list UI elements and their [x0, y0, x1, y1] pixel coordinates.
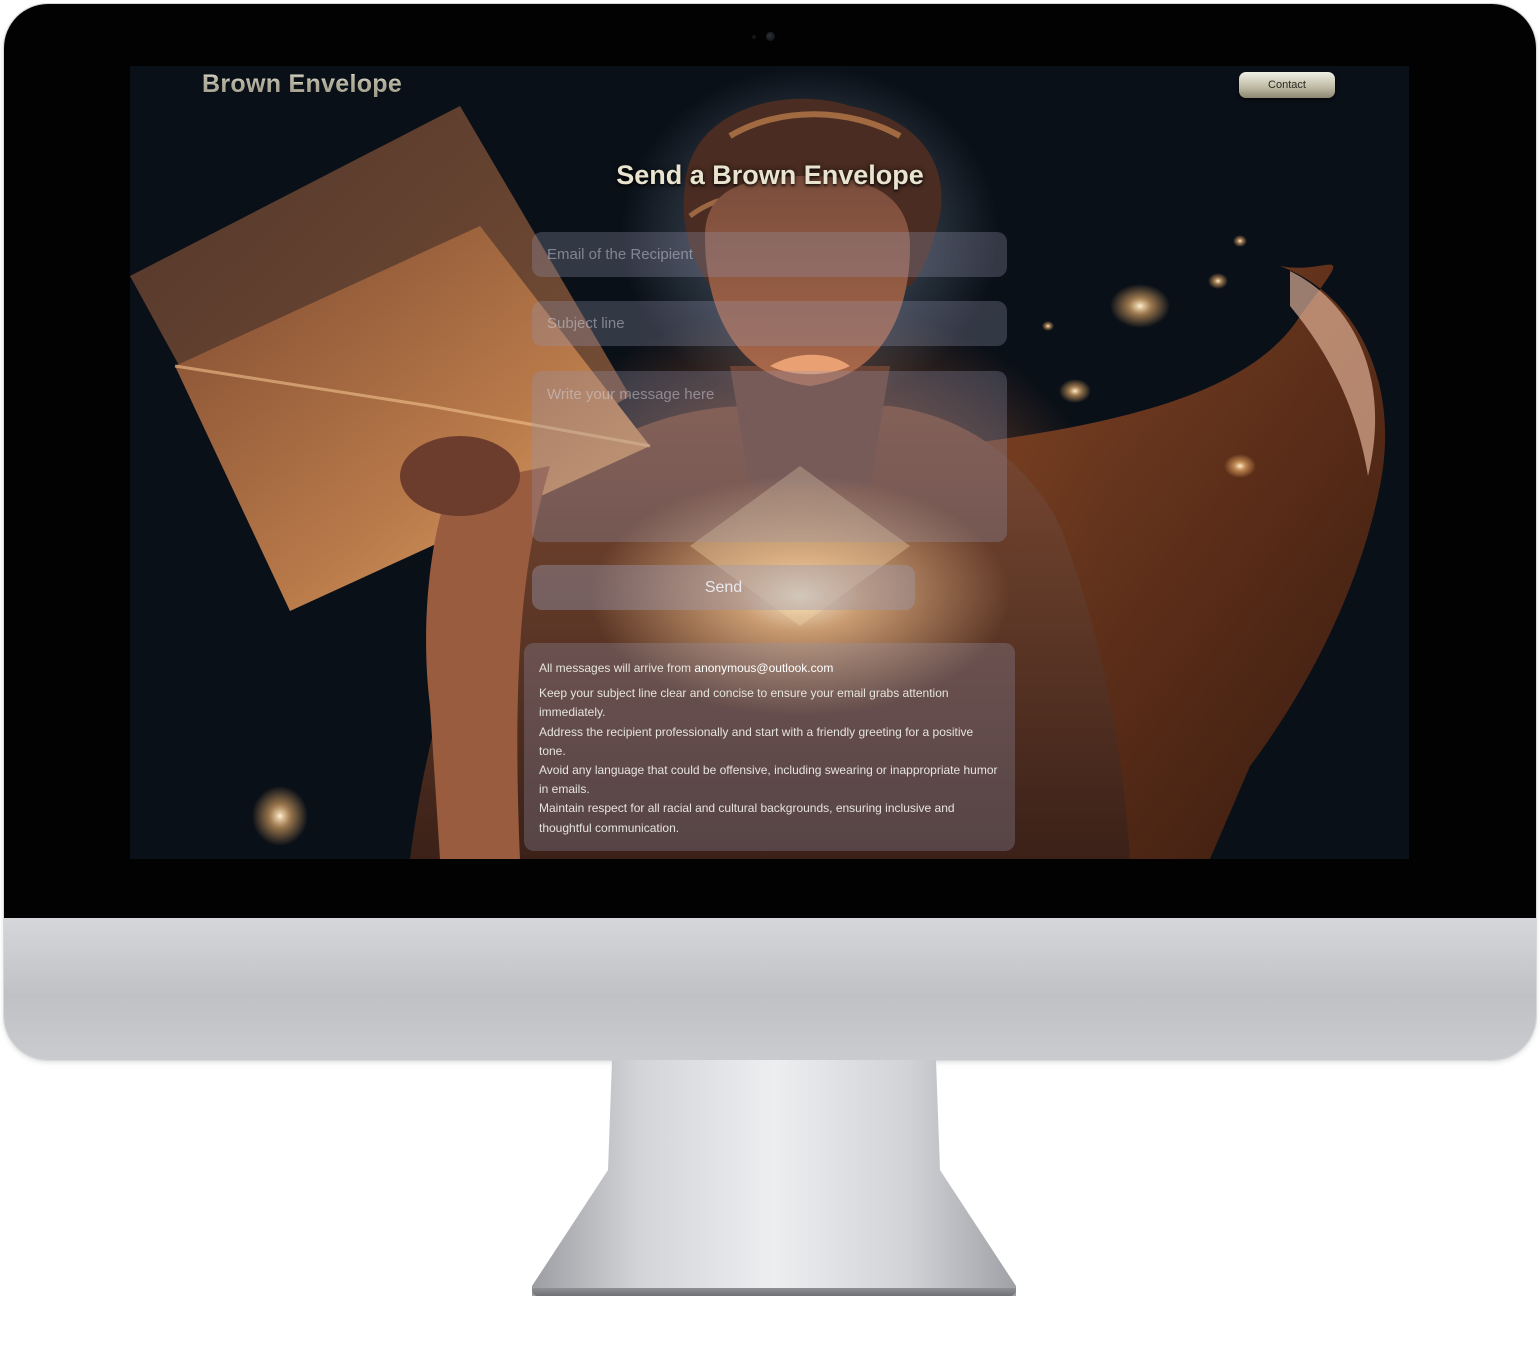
sender-notice: All messages will arrive from anonymous@… — [539, 659, 1001, 678]
guideline-item: Maintain respect for all racial and cult… — [539, 801, 955, 835]
monitor-stand-base — [532, 1288, 1016, 1296]
desktop-mockup: Brown Envelope Contact Send a Brown Enve… — [0, 0, 1540, 1364]
send-button[interactable]: Send — [532, 565, 915, 610]
brand-logo[interactable]: Brown Envelope — [202, 70, 402, 99]
contact-button[interactable]: Contact — [1239, 72, 1335, 98]
sender-prefix: All messages will arrive from — [539, 661, 692, 675]
camera-sensor-icon — [752, 35, 756, 39]
message-textarea[interactable] — [532, 371, 1007, 542]
guidelines-panel: All messages will arrive from anonymous@… — [524, 643, 1015, 851]
guideline-item: Address the recipient professionally and… — [539, 724, 974, 758]
recipient-email-input[interactable] — [532, 232, 1007, 277]
screen: Brown Envelope Contact Send a Brown Enve… — [130, 66, 1409, 859]
monitor-chin — [4, 918, 1536, 1060]
subject-input[interactable] — [532, 301, 1007, 346]
guideline-item: Keep your subject line clear and concise… — [539, 686, 949, 720]
sender-email: anonymous@outlook.com — [694, 661, 834, 675]
page-title: Send a Brown Envelope — [616, 160, 924, 190]
monitor-stand — [532, 1060, 1016, 1296]
guideline-item: Avoid any language that could be offensi… — [539, 763, 998, 797]
camera-icon — [766, 32, 775, 41]
